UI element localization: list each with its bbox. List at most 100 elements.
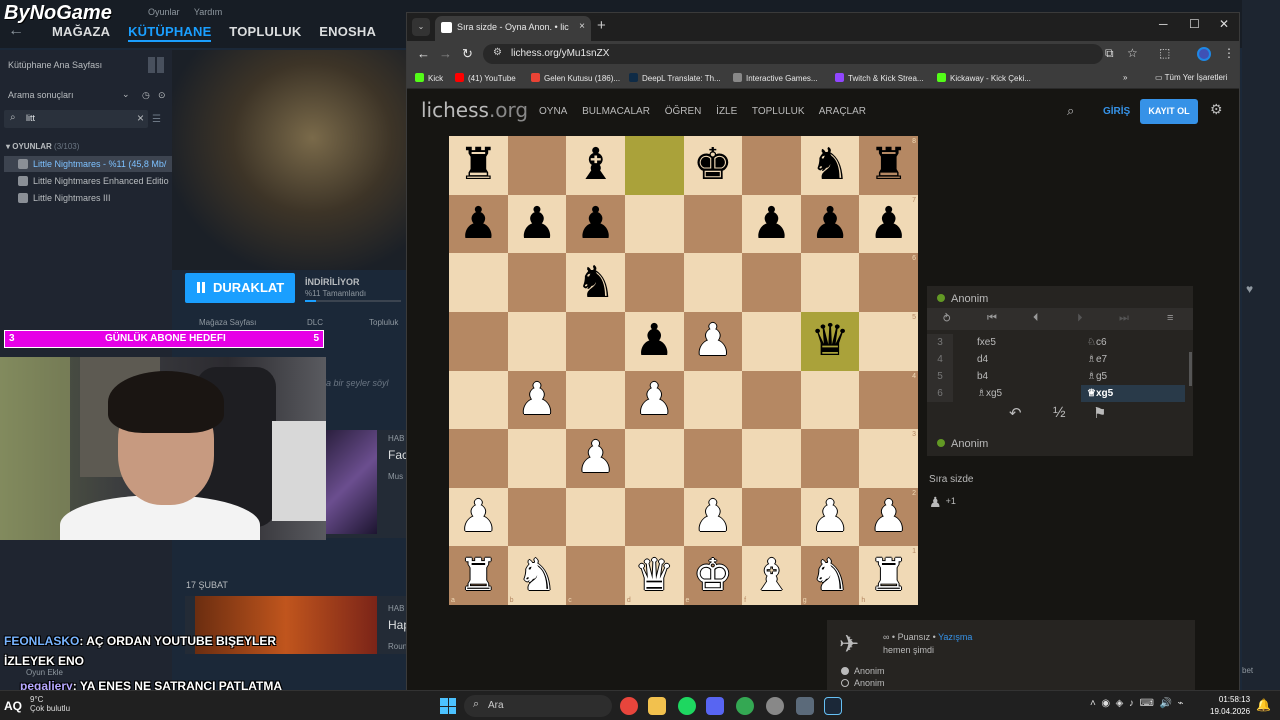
- black-pawn-icon[interactable]: ♟: [634, 319, 673, 363]
- square-g7[interactable]: ♟: [800, 194, 860, 254]
- square-b4[interactable]: ♟: [507, 370, 567, 430]
- square-a1[interactable]: ♜ a: [449, 546, 508, 605]
- bookmark-item[interactable]: Interactive Games...: [733, 73, 818, 83]
- bookmark-item[interactable]: Kickaway - Kick Çeki...: [937, 73, 1031, 83]
- square-e6[interactable]: [683, 253, 743, 312]
- chat-user[interactable]: Anonim: [841, 678, 885, 688]
- square-a7[interactable]: ♟: [449, 194, 508, 254]
- white-queen-icon[interactable]: ♛: [634, 553, 673, 598]
- menu-kebab-icon[interactable]: ⋮: [1223, 46, 1235, 60]
- last-move-icon[interactable]: ⏭: [1119, 312, 1129, 325]
- download-icon[interactable]: ⊙: [158, 90, 166, 101]
- white-move[interactable]: d4: [977, 354, 988, 365]
- white-rook-icon[interactable]: ♜: [459, 553, 498, 598]
- black-pawn-icon[interactable]: ♟: [517, 201, 556, 246]
- square-h7[interactable]: ♟ 7: [859, 194, 918, 254]
- square-a4[interactable]: [449, 370, 508, 430]
- white-pawn-icon[interactable]: ♟: [459, 495, 498, 539]
- heart-icon[interactable]: ♥: [1246, 282, 1253, 296]
- square-d4[interactable]: ♟: [624, 370, 684, 430]
- black-move[interactable]: ♗e7: [1087, 354, 1107, 365]
- bookmark-item[interactable]: Gelen Kutusu (186)...: [531, 73, 620, 83]
- maximize-icon[interactable]: ☐: [1189, 17, 1200, 31]
- white-bishop-icon[interactable]: ♝: [752, 553, 791, 598]
- nav-watch[interactable]: İZLE: [716, 106, 737, 117]
- black-pawn-icon[interactable]: ♟: [752, 201, 791, 246]
- white-pawn-icon[interactable]: ♟: [810, 495, 849, 539]
- square-d1[interactable]: ♛ d: [624, 546, 684, 605]
- square-g4[interactable]: [800, 370, 860, 430]
- bookmarks-overflow-icon[interactable]: »: [1123, 73, 1127, 82]
- weather-widget[interactable]: 9°C Çok bulutlu: [30, 695, 70, 713]
- square-c5[interactable]: [566, 311, 625, 371]
- pause-button[interactable]: DURAKLAT: [185, 273, 295, 303]
- opponent-name[interactable]: Anonim: [937, 293, 988, 305]
- menu-help[interactable]: Yardım: [194, 7, 222, 17]
- back-arrow-icon[interactable]: ←: [8, 22, 24, 40]
- black-rook-icon[interactable]: ♜: [459, 143, 498, 187]
- square-d5[interactable]: ♟: [624, 311, 684, 371]
- game-item[interactable]: Little Nightmares Enhanced Editio: [4, 173, 172, 189]
- flip-board-icon[interactable]: ⥁: [943, 312, 951, 325]
- square-h8[interactable]: ♜ 8: [859, 136, 918, 195]
- profile-avatar[interactable]: [1197, 47, 1211, 61]
- library-search-input[interactable]: ⌕ litt ×: [4, 110, 148, 128]
- tab-search-icon[interactable]: ⌄: [412, 18, 430, 36]
- square-a2[interactable]: ♟: [449, 487, 508, 547]
- square-g8[interactable]: ♞: [800, 136, 860, 195]
- square-d6[interactable]: [624, 253, 684, 312]
- white-pawn-icon[interactable]: ♟: [634, 377, 673, 422]
- games-section-header[interactable]: ▾ OYUNLAR (3/103): [6, 142, 79, 151]
- forward-icon[interactable]: →: [439, 46, 452, 61]
- start-button[interactable]: [440, 698, 456, 714]
- square-e5[interactable]: ♟: [683, 311, 743, 371]
- takeback-icon[interactable]: ↶: [1009, 404, 1022, 422]
- file-explorer-icon[interactable]: [648, 697, 666, 715]
- square-g5[interactable]: ♛: [800, 311, 860, 371]
- square-h5[interactable]: 5: [859, 311, 918, 371]
- search-icon[interactable]: ⌕: [1067, 103, 1074, 119]
- correspondence-link[interactable]: Yazışma: [938, 632, 972, 642]
- square-f4[interactable]: [742, 370, 801, 430]
- game-item[interactable]: Little Nightmares - %11 (45,8 Mb/: [4, 156, 172, 172]
- prev-move-icon[interactable]: ⏴: [1033, 312, 1039, 325]
- square-b2[interactable]: [507, 487, 567, 547]
- chrome-active-icon[interactable]: [736, 697, 754, 715]
- square-c8[interactable]: ♝: [566, 136, 625, 195]
- square-e3[interactable]: [683, 429, 743, 488]
- square-e4[interactable]: [683, 370, 743, 430]
- square-c1[interactable]: c: [566, 546, 625, 605]
- square-h2[interactable]: ♟ 2: [859, 487, 918, 547]
- black-pawn-icon[interactable]: ♟: [576, 201, 615, 246]
- new-tab-icon[interactable]: +: [597, 17, 606, 34]
- white-knight-icon[interactable]: ♞: [517, 553, 556, 598]
- first-move-icon[interactable]: ⏮: [987, 312, 997, 325]
- square-e7[interactable]: [683, 194, 743, 254]
- system-clock[interactable]: 01:58:13 19.04.2026: [1210, 694, 1250, 718]
- black-queen-icon[interactable]: ♛: [810, 319, 849, 363]
- square-c3[interactable]: ♟: [566, 429, 625, 488]
- bookmark-item[interactable]: (41) YouTube: [455, 73, 516, 83]
- tab-dlc[interactable]: DLC: [307, 318, 323, 327]
- black-pawn-icon[interactable]: ♟: [810, 201, 849, 246]
- square-b7[interactable]: ♟: [507, 194, 567, 254]
- reload-icon[interactable]: ↻: [462, 46, 473, 62]
- square-h3[interactable]: 3: [859, 429, 918, 488]
- clear-icon[interactable]: ×: [137, 111, 144, 125]
- square-b5[interactable]: [507, 311, 567, 371]
- white-knight-icon[interactable]: ♞: [810, 553, 849, 598]
- square-c4[interactable]: [566, 370, 625, 430]
- square-b1[interactable]: ♞ b: [507, 546, 567, 605]
- close-window-icon[interactable]: ✕: [1219, 17, 1229, 31]
- square-a8[interactable]: ♜: [449, 136, 508, 195]
- white-move[interactable]: ♗xg5: [977, 388, 1002, 399]
- white-pawn-icon[interactable]: ♟: [576, 436, 615, 480]
- white-pawn-icon[interactable]: ♟: [869, 495, 908, 539]
- lichess-logo[interactable]: lichess.org: [421, 98, 528, 122]
- site-info-icon[interactable]: ⚙: [493, 47, 502, 58]
- game-item[interactable]: Little Nightmares III: [4, 190, 172, 206]
- square-f3[interactable]: [742, 429, 801, 488]
- black-rook-icon[interactable]: ♜: [869, 143, 908, 187]
- nav-tools[interactable]: ARAÇLAR: [819, 106, 866, 117]
- nav-learn[interactable]: ÖĞREN: [665, 106, 702, 117]
